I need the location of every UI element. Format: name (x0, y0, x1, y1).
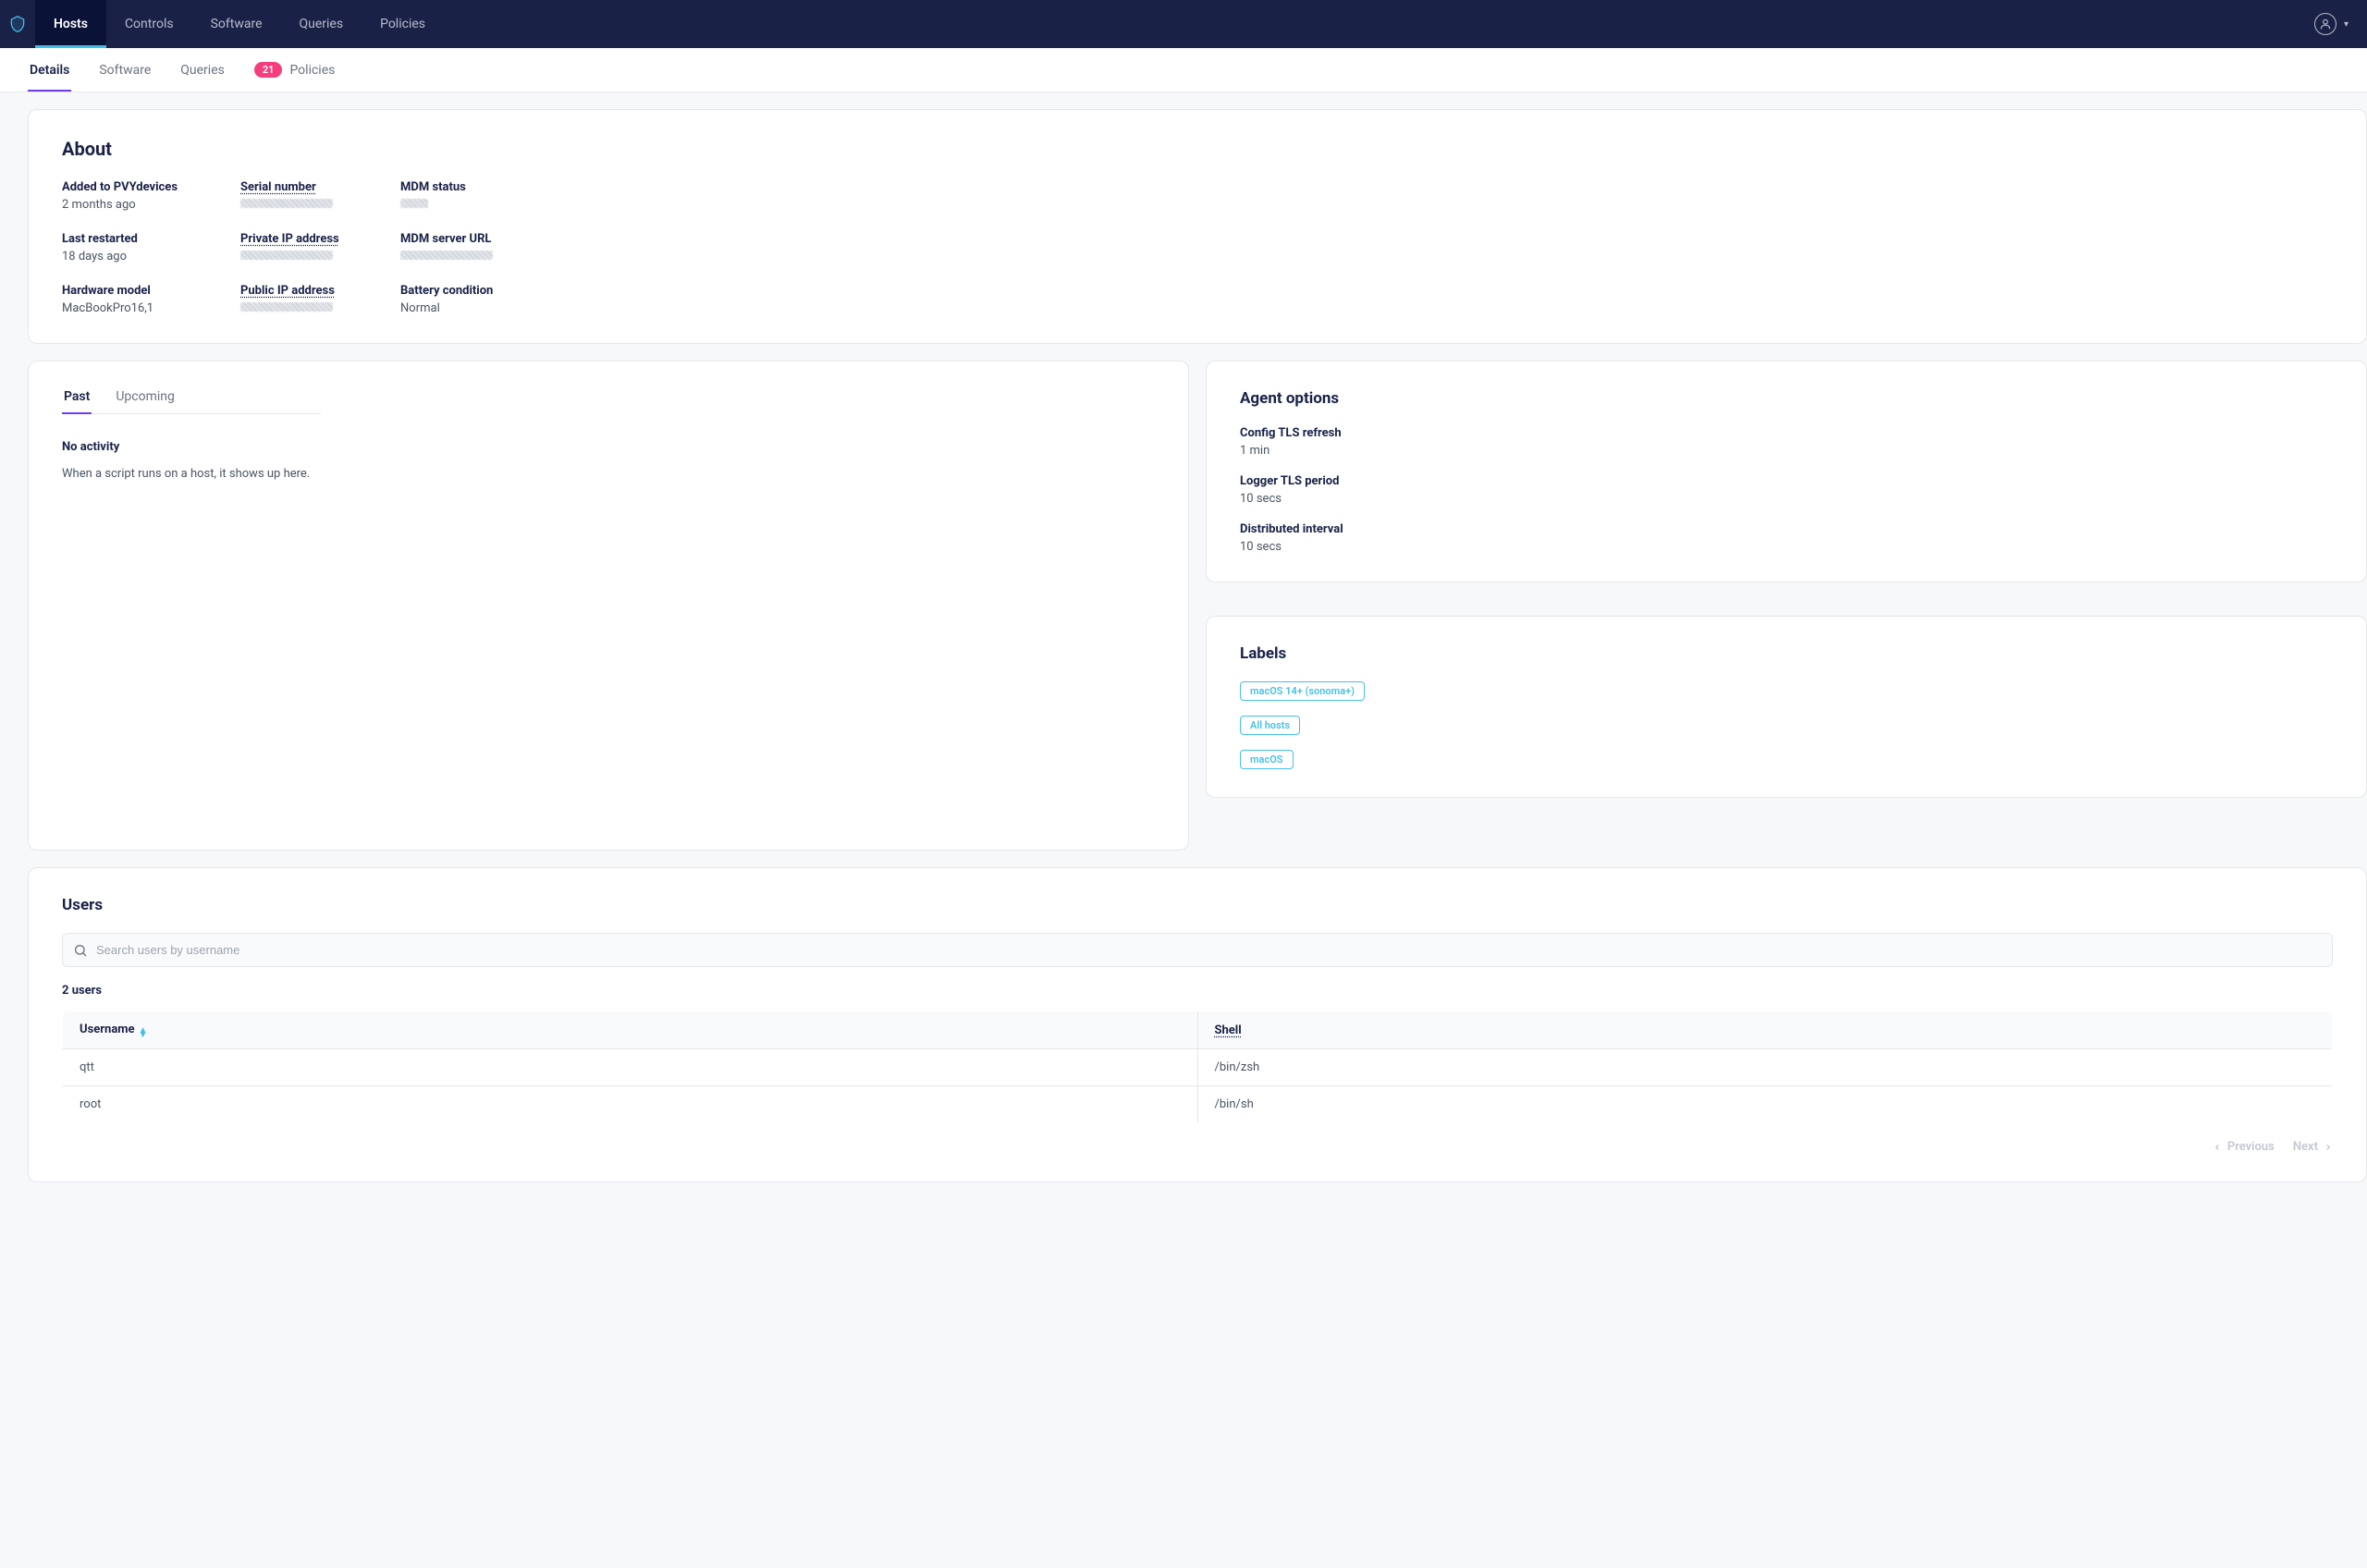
search-icon (73, 943, 88, 958)
activity-tab-upcoming[interactable]: Upcoming (114, 389, 177, 413)
users-count: 2 users (62, 984, 2333, 998)
sub-nav: Details Software Queries 21 Policies (0, 48, 2367, 92)
table-row[interactable]: root /bin/sh (63, 1086, 2333, 1123)
nav-software[interactable]: Software (192, 0, 281, 48)
label-chip[interactable]: macOS (1240, 750, 1294, 769)
user-menu[interactable]: ▾ (2314, 13, 2349, 35)
field-distributed: Distributed interval 10 secs (1240, 522, 2333, 554)
top-nav: Hosts Controls Software Queries Policies… (0, 0, 2367, 48)
tab-software[interactable]: Software (97, 50, 153, 91)
no-activity-title: No activity (62, 440, 1155, 454)
agent-title: Agent options (1240, 389, 2333, 408)
table-row[interactable]: qtt /bin/zsh (63, 1049, 2333, 1086)
field-serial: Serial number (240, 180, 384, 212)
tab-policies-label: Policies (289, 63, 335, 78)
redacted-value (240, 199, 333, 208)
chevron-right-icon (2324, 1143, 2333, 1152)
field-private-ip: Private IP address (240, 232, 384, 263)
field-hardware: Hardware model MacBookPro16,1 (62, 284, 224, 315)
label-chip[interactable]: macOS 14+ (sonoma+) (1240, 681, 1365, 701)
label-chip[interactable]: All hosts (1240, 716, 1300, 735)
tab-policies[interactable]: 21 Policies (252, 49, 337, 91)
field-public-ip: Public IP address (240, 284, 384, 315)
activity-tab-past[interactable]: Past (62, 389, 92, 413)
nav-policies[interactable]: Policies (362, 0, 444, 48)
field-config-tls: Config TLS refresh 1 min (1240, 426, 2333, 458)
field-restarted: Last restarted 18 days ago (62, 232, 224, 263)
nav-left: Hosts Controls Software Queries Policies (0, 0, 444, 48)
previous-button[interactable]: Previous (2213, 1140, 2275, 1154)
next-button[interactable]: Next (2293, 1140, 2333, 1154)
redacted-value (400, 251, 493, 260)
nav-controls[interactable]: Controls (106, 0, 192, 48)
labels-title: Labels (1240, 644, 2333, 663)
no-activity-text: When a script runs on a host, it shows u… (62, 467, 1155, 481)
field-added: Added to PVYdevices 2 months ago (62, 180, 224, 212)
users-title: Users (62, 896, 2333, 914)
redacted-value (240, 302, 333, 312)
users-card: Users 2 users Username▲▼ Shell qtt /bin/… (28, 867, 2367, 1182)
field-mdm-url: MDM server URL (400, 232, 544, 263)
policies-badge: 21 (254, 62, 283, 78)
field-mdm-status: MDM status (400, 180, 544, 212)
chevron-left-icon (2213, 1143, 2222, 1152)
nav-hosts[interactable]: Hosts (35, 0, 106, 48)
field-battery: Battery condition Normal (400, 284, 544, 315)
users-table: Username▲▼ Shell qtt /bin/zsh root /bin/… (62, 1011, 2333, 1123)
about-title: About (62, 138, 2333, 160)
nav-queries[interactable]: Queries (281, 0, 362, 48)
field-logger-tls: Logger TLS period 10 secs (1240, 474, 2333, 506)
tab-queries[interactable]: Queries (178, 50, 227, 91)
redacted-value (240, 251, 333, 260)
redacted-value (400, 199, 428, 208)
agent-options-card: Agent options Config TLS refresh 1 min L… (1206, 361, 2367, 582)
sort-icon: ▲▼ (139, 1028, 148, 1037)
chevron-down-icon: ▾ (2344, 19, 2349, 30)
col-shell[interactable]: Shell (1197, 1011, 2333, 1049)
about-card: About Added to PVYdevices 2 months ago S… (28, 109, 2367, 344)
avatar-icon (2314, 13, 2336, 35)
activity-card: Past Upcoming No activity When a script … (28, 361, 1189, 851)
labels-card: Labels macOS 14+ (sonoma+) All hosts mac… (1206, 616, 2367, 798)
tab-details[interactable]: Details (28, 50, 71, 91)
logo-icon[interactable] (0, 0, 35, 48)
users-search-input[interactable] (62, 933, 2333, 967)
col-username[interactable]: Username▲▼ (63, 1011, 1198, 1049)
